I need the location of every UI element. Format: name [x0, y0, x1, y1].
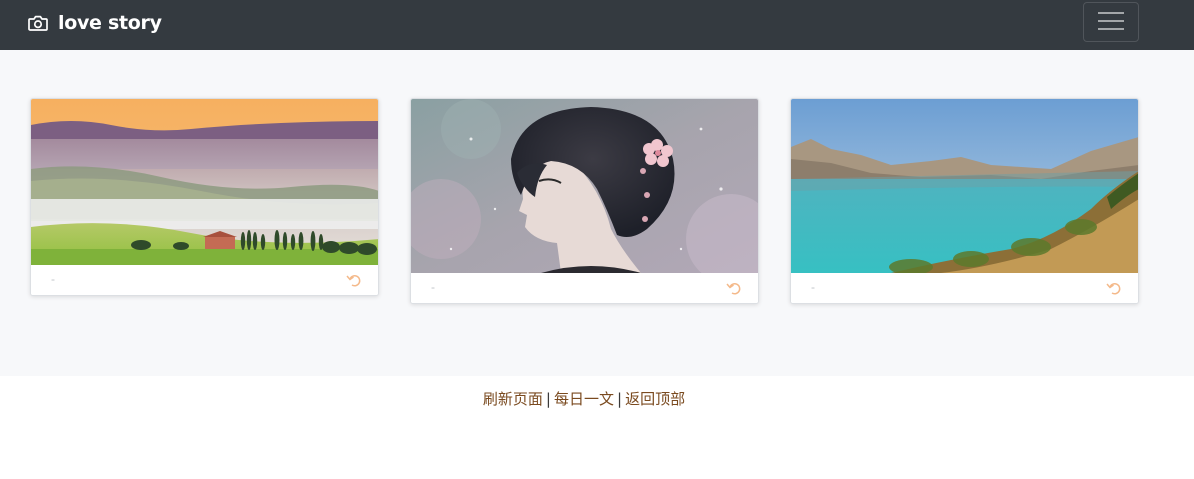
photo-card[interactable]: -: [790, 98, 1139, 304]
footer-separator: |: [545, 390, 551, 408]
card-footer: -: [791, 273, 1138, 303]
footer-separator: |: [617, 390, 623, 408]
brand-text: love story: [58, 12, 162, 34]
card-meta-text: -: [811, 280, 815, 294]
undo-arrow-icon[interactable]: [1105, 280, 1121, 296]
card-footer: -: [31, 265, 378, 295]
page-footer: 刷新页面 | 每日一文 | 返回顶部: [0, 376, 1194, 479]
footer-links: 刷新页面 | 每日一文 | 返回顶部: [0, 388, 1168, 409]
gallery-area: - - -: [0, 50, 1194, 376]
brand-link[interactable]: love story: [28, 0, 162, 46]
hamburger-menu-icon: [1097, 10, 1125, 35]
camera-icon: [28, 12, 50, 34]
back-to-top-link[interactable]: 返回顶部: [625, 390, 685, 408]
card-image-mountain-lake[interactable]: [791, 99, 1138, 273]
card-image-landscape[interactable]: [31, 99, 378, 265]
undo-arrow-icon[interactable]: [725, 280, 741, 296]
card-meta-text: -: [431, 280, 435, 294]
card-image-anime-girl[interactable]: [411, 99, 758, 273]
card-footer: -: [411, 273, 758, 303]
navbar-toggler-button[interactable]: [1083, 2, 1139, 42]
refresh-page-link[interactable]: 刷新页面: [483, 390, 543, 408]
navbar: love story: [0, 0, 1194, 50]
daily-article-link[interactable]: 每日一文: [554, 390, 614, 408]
photo-card[interactable]: -: [30, 98, 379, 296]
card-meta-text: -: [51, 272, 55, 286]
photo-card[interactable]: -: [410, 98, 759, 304]
undo-arrow-icon[interactable]: [345, 272, 361, 288]
